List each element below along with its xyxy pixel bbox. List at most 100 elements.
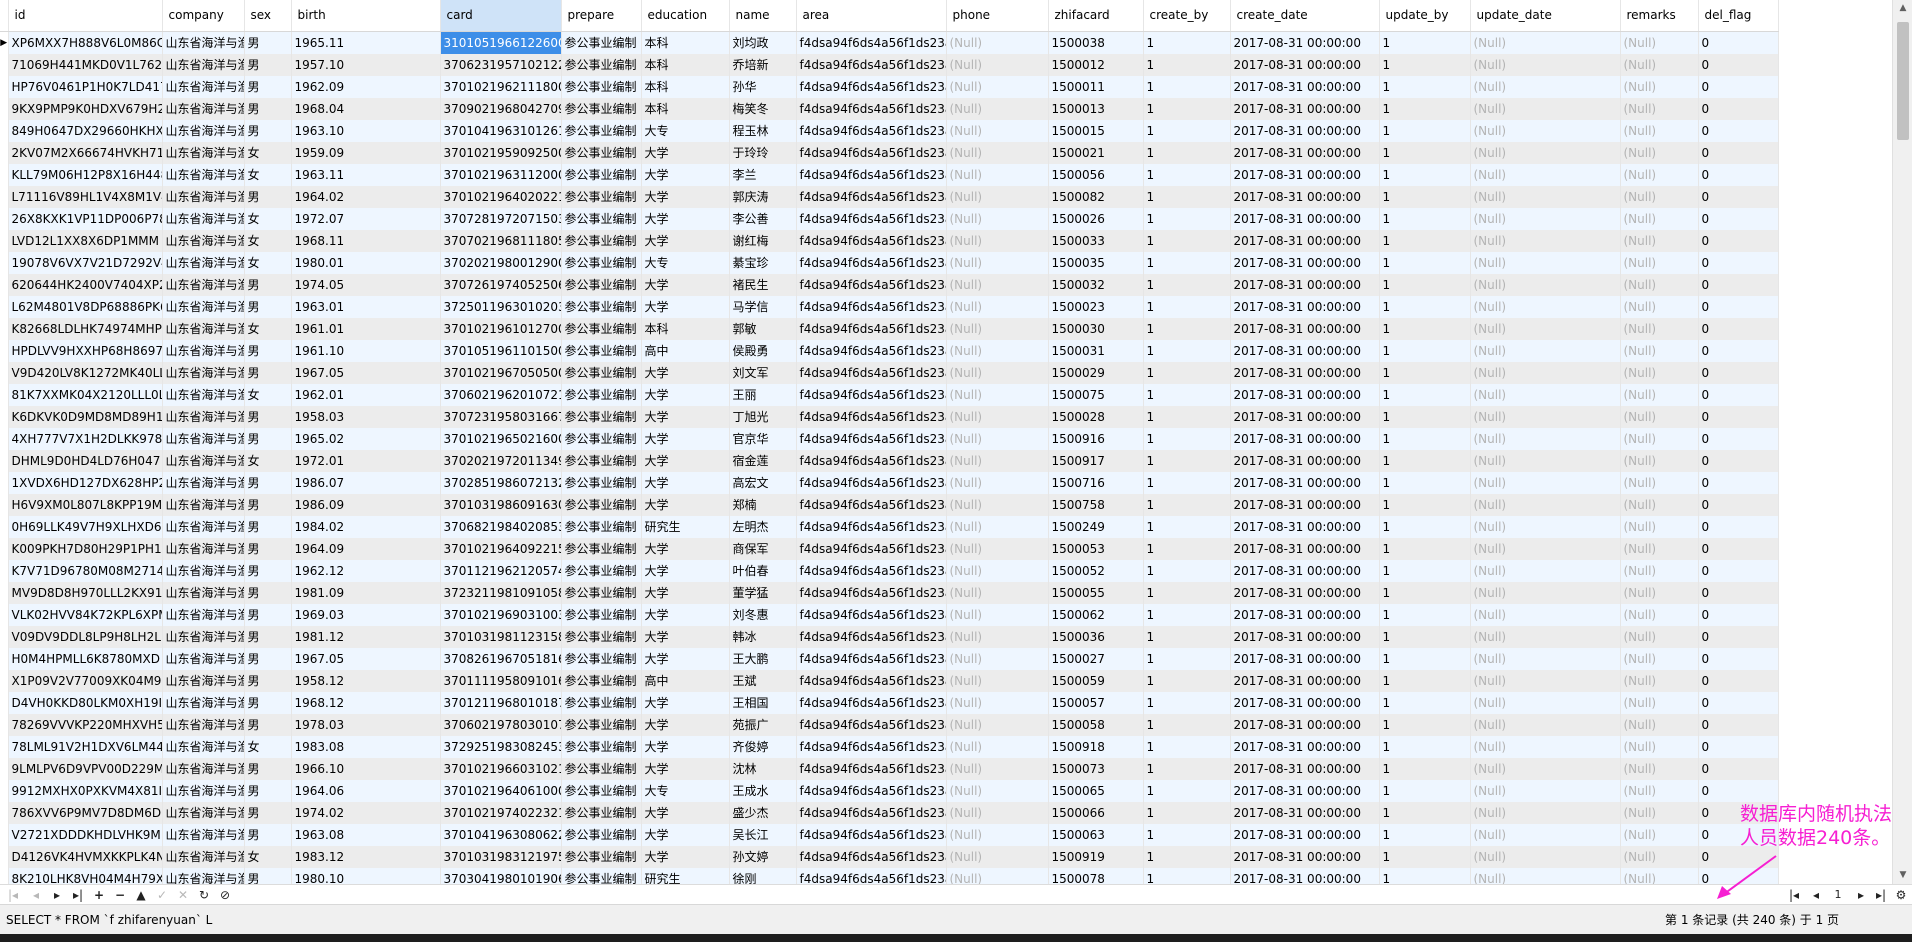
cell-id[interactable]: X1P09V2V77009XK04M9 [8, 669, 163, 692]
cell-id[interactable]: D4VH0KKD80LKM0XH19I [8, 691, 163, 714]
row-marker[interactable] [0, 515, 9, 538]
cell-update-date[interactable]: (Null) [1470, 141, 1621, 164]
records-table[interactable]: id company sex birth card prepare education nam… [0, 0, 1779, 884]
row-marker[interactable] [0, 317, 9, 340]
cell-company[interactable]: 山东省海洋与渔 [162, 537, 245, 560]
cell-area[interactable]: f4dsa94f6ds4a56f1ds23a [796, 163, 947, 186]
cell-create-date[interactable]: 2017-08-31 00:00:00 [1230, 427, 1380, 450]
cell-company[interactable]: 山东省海洋与渔 [162, 251, 245, 274]
cell-update-date[interactable]: (Null) [1470, 31, 1621, 54]
cell-create-by[interactable]: 1 [1143, 581, 1231, 604]
cell-update-date[interactable]: (Null) [1470, 669, 1621, 692]
cell-sex[interactable]: 男 [244, 427, 292, 450]
cell-name[interactable]: 王相国 [729, 691, 797, 714]
cell-update-date[interactable]: (Null) [1470, 779, 1621, 802]
cell-education[interactable]: 大学 [641, 141, 730, 164]
cell-zhifacard[interactable]: 1500059 [1048, 669, 1144, 692]
cell-area[interactable]: f4dsa94f6ds4a56f1ds23a [796, 801, 947, 824]
cell-create-by[interactable]: 1 [1143, 339, 1231, 362]
cell-birth[interactable]: 1986.09 [291, 493, 441, 516]
cell-prepare[interactable]: 参公事业编制 [561, 625, 642, 648]
last-record-icon[interactable]: ▸| [69, 886, 87, 904]
cell-remarks[interactable]: (Null) [1620, 405, 1699, 428]
cell-create-date[interactable]: 2017-08-31 00:00:00 [1230, 801, 1380, 824]
add-record-icon[interactable]: + [90, 886, 108, 904]
cell-id[interactable]: V2721XDDDKHDLVHK9M [8, 823, 163, 846]
cell-create-date[interactable]: 2017-08-31 00:00:00 [1230, 823, 1380, 846]
cell-card[interactable]: 370103198112315810 [440, 625, 562, 648]
cell-id[interactable]: DHML9D0HD4LD76H047 [8, 449, 163, 472]
cell-phone[interactable]: (Null) [946, 735, 1049, 758]
cell-card[interactable]: 310105196612260013 [440, 31, 562, 54]
table-row[interactable]: V9D420LV8K1272MK40LL 山东省海洋与渔男 1967.05 37010… [0, 361, 1779, 384]
cell-del-flag[interactable]: 0 [1698, 603, 1779, 626]
data-grid[interactable]: id company sex birth card prepare education nam… [0, 0, 1892, 884]
cell-education[interactable]: 大专 [641, 251, 730, 274]
cell-prepare[interactable]: 参公事业编制 [561, 559, 642, 582]
cell-id[interactable]: KLL79M06H12P8X16H448 [8, 163, 163, 186]
cell-update-date[interactable]: (Null) [1470, 383, 1621, 406]
cell-update-date[interactable]: (Null) [1470, 537, 1621, 560]
cell-create-date[interactable]: 2017-08-31 00:00:00 [1230, 361, 1380, 384]
cell-remarks[interactable]: (Null) [1620, 251, 1699, 274]
cell-del-flag[interactable]: 0 [1698, 713, 1779, 736]
cell-create-by[interactable]: 1 [1143, 251, 1231, 274]
cell-update-date[interactable]: (Null) [1470, 339, 1621, 362]
table-row[interactable]: 26X8KXK1VP11DP006P78 山东省海洋与渔女 1972.07 37072… [0, 207, 1779, 230]
cell-sex[interactable]: 男 [244, 405, 292, 428]
cell-del-flag[interactable]: 0 [1698, 449, 1779, 472]
table-row[interactable]: LVD12L1XX8X6DP1MMM 山东省海洋与渔女 1968.11 3707021… [0, 229, 1779, 252]
cell-prepare[interactable]: 参公事业编制 [561, 515, 642, 538]
cell-area[interactable]: f4dsa94f6ds4a56f1ds23a [796, 427, 947, 450]
cell-update-date[interactable]: (Null) [1470, 691, 1621, 714]
cell-create-by[interactable]: 1 [1143, 207, 1231, 230]
cell-phone[interactable]: (Null) [946, 185, 1049, 208]
cell-company[interactable]: 山东省海洋与渔 [162, 845, 245, 868]
cell-del-flag[interactable]: 0 [1698, 427, 1779, 450]
cell-card[interactable]: 370104196310126112 [440, 119, 562, 142]
cell-del-flag[interactable]: 0 [1698, 559, 1779, 582]
cell-area[interactable]: f4dsa94f6ds4a56f1ds23a [796, 647, 947, 670]
cell-create-by[interactable]: 1 [1143, 141, 1231, 164]
cell-id[interactable]: MV9D8D8H970LLL2KX91 [8, 581, 163, 604]
cell-update-by[interactable]: 1 [1379, 383, 1471, 406]
cell-sex[interactable]: 女 [244, 735, 292, 758]
cell-del-flag[interactable]: 0 [1698, 735, 1779, 758]
cell-remarks[interactable]: (Null) [1620, 779, 1699, 802]
table-row[interactable]: VLK02HVV84K72KPL6XPM 山东省海洋与渔男 1969.03 37010… [0, 603, 1779, 626]
cell-area[interactable]: f4dsa94f6ds4a56f1ds23a [796, 141, 947, 164]
cell-update-date[interactable]: (Null) [1470, 823, 1621, 846]
cell-prepare[interactable]: 参公事业编制 [561, 185, 642, 208]
cell-birth[interactable]: 1965.02 [291, 427, 441, 450]
table-row[interactable]: L62M4801V8DP68886PK6 山东省海洋与渔男 1963.01 37250… [0, 295, 1779, 318]
cell-education[interactable]: 大学 [641, 273, 730, 296]
cell-name[interactable]: 刘均政 [729, 31, 797, 54]
cell-name[interactable]: 盛少杰 [729, 801, 797, 824]
cell-remarks[interactable]: (Null) [1620, 141, 1699, 164]
cell-prepare[interactable]: 参公事业编制 [561, 75, 642, 98]
cell-create-date[interactable]: 2017-08-31 00:00:00 [1230, 141, 1380, 164]
cell-phone[interactable]: (Null) [946, 339, 1049, 362]
cell-education[interactable]: 大学 [641, 471, 730, 494]
cell-zhifacard[interactable]: 1500716 [1048, 471, 1144, 494]
cell-remarks[interactable]: (Null) [1620, 603, 1699, 626]
cell-birth[interactable]: 1981.12 [291, 625, 441, 648]
cell-company[interactable]: 山东省海洋与渔 [162, 559, 245, 582]
cell-zhifacard[interactable]: 1500032 [1048, 273, 1144, 296]
vertical-scrollbar[interactable]: ▲ ▼ [1892, 0, 1912, 884]
cell-area[interactable]: f4dsa94f6ds4a56f1ds23a [796, 515, 947, 538]
cell-create-date[interactable]: 2017-08-31 00:00:00 [1230, 845, 1380, 868]
cell-company[interactable]: 山东省海洋与渔 [162, 449, 245, 472]
cell-zhifacard[interactable]: 1500036 [1048, 625, 1144, 648]
cell-sex[interactable]: 女 [244, 383, 292, 406]
cell-update-date[interactable]: (Null) [1470, 867, 1621, 884]
row-marker[interactable] [0, 449, 9, 472]
cell-del-flag[interactable]: 0 [1698, 493, 1779, 516]
cell-create-by[interactable]: 1 [1143, 449, 1231, 472]
cell-phone[interactable]: (Null) [946, 207, 1049, 230]
cell-name[interactable]: 商保军 [729, 537, 797, 560]
cell-remarks[interactable]: (Null) [1620, 691, 1699, 714]
cell-name[interactable]: 齐俊婷 [729, 735, 797, 758]
cell-area[interactable]: f4dsa94f6ds4a56f1ds23a [796, 449, 947, 472]
cell-education[interactable]: 大学 [641, 625, 730, 648]
